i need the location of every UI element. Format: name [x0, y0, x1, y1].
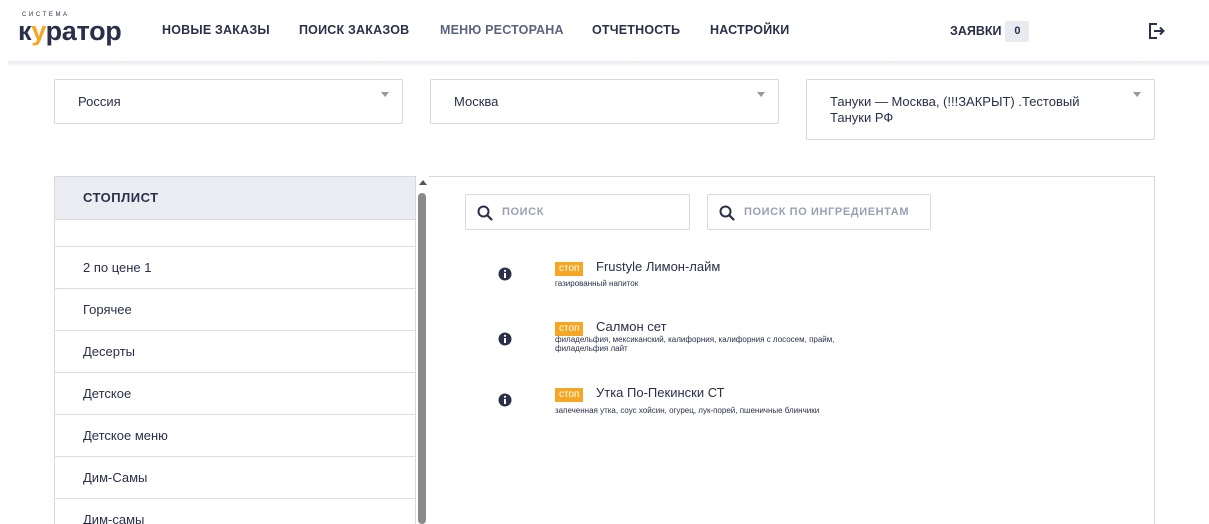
nav-restaurant-menu[interactable]: МЕНЮ РЕСТОРАНА — [440, 23, 564, 37]
nav-search-orders[interactable]: ПОИСК ЗАКАЗОВ — [299, 23, 409, 37]
category-item[interactable]: Детское меню — [55, 415, 415, 457]
nav-settings[interactable]: НАСТРОЙКИ — [710, 23, 789, 37]
nav-new-orders[interactable]: НОВЫЕ ЗАКАЗЫ — [162, 23, 270, 37]
top-navigation-bar: СИСТЕМА куратор НОВЫЕ ЗАКАЗЫ ПОИСК ЗАКАЗ… — [0, 0, 1209, 62]
stoplist-empty-row[interactable] — [55, 220, 415, 247]
category-item[interactable]: Детское — [55, 373, 415, 415]
chevron-down-icon — [381, 92, 389, 97]
scroll-up-arrow-icon[interactable] — [419, 180, 427, 185]
category-item[interactable]: Горячее — [55, 289, 415, 331]
search-icon — [719, 205, 735, 221]
stop-badge: стоп — [555, 322, 584, 336]
stop-badge: стоп — [555, 262, 584, 276]
search-input[interactable]: ПОИСК — [465, 194, 690, 230]
search-placeholder: ПОИСК — [502, 206, 545, 218]
country-select-value: Россия — [78, 94, 121, 109]
dish-description: газированный напиток — [555, 279, 639, 288]
requests-link[interactable]: ЗАЯВКИ 0 — [950, 21, 1030, 42]
info-icon[interactable] — [498, 267, 512, 281]
logo-wordmark: куратор — [18, 16, 122, 46]
ingredient-search-input[interactable]: ПОИСК ПО ИНГРЕДИЕНТАМ — [707, 194, 931, 230]
chevron-down-icon — [757, 92, 765, 97]
city-select[interactable]: Москва — [430, 79, 779, 124]
restaurant-select[interactable]: Тануки — Москва, (!!!ЗАКРЫТ) .Тестовый Т… — [806, 79, 1155, 140]
category-item[interactable]: 2 по цене 1 — [55, 247, 415, 289]
stop-badge: стоп — [555, 388, 584, 402]
dish-name: Утка По-Пекински СТ — [596, 385, 725, 400]
requests-count-badge: 0 — [1005, 21, 1030, 42]
stoplist-scrollbar[interactable] — [416, 176, 429, 524]
chevron-down-icon — [1133, 92, 1141, 97]
category-item[interactable]: Десерты — [55, 331, 415, 373]
ingredient-search-placeholder: ПОИСК ПО ИНГРЕДИЕНТАМ — [744, 206, 910, 218]
restaurant-select-value: Тануки — Москва, (!!!ЗАКРЫТ) .Тестовый Т… — [830, 94, 1080, 125]
category-item[interactable]: Дим-самы — [55, 499, 415, 524]
dish-description: филадельфия, мексиканский, калифорния, к… — [555, 335, 835, 353]
stoplist-title: СТОПЛИСТ — [55, 177, 415, 220]
logout-icon[interactable] — [1147, 22, 1165, 40]
dish-name: Салмон сет — [596, 319, 667, 334]
country-select[interactable]: Россия — [54, 79, 403, 124]
info-icon[interactable] — [498, 393, 512, 407]
stoplist-panel: СТОПЛИСТ 2 по цене 1 Горячее Десерты Дет… — [54, 176, 416, 524]
dish-name: Frustyle Лимон-лайм — [596, 259, 721, 274]
dish-description: запеченная утка, соус хойсин, огурец, лу… — [555, 406, 820, 415]
kurator-logo[interactable]: СИСТЕМА куратор — [18, 12, 128, 48]
city-select-value: Москва — [454, 94, 499, 109]
category-item[interactable]: Дим-Самы — [55, 457, 415, 499]
header-shadow — [8, 61, 1209, 67]
nav-reports[interactable]: ОТЧЕТНОСТЬ — [592, 23, 680, 37]
requests-label: ЗАЯВКИ — [950, 23, 1002, 38]
search-icon — [477, 205, 493, 221]
scrollbar-thumb[interactable] — [418, 193, 426, 524]
info-icon[interactable] — [498, 332, 512, 346]
